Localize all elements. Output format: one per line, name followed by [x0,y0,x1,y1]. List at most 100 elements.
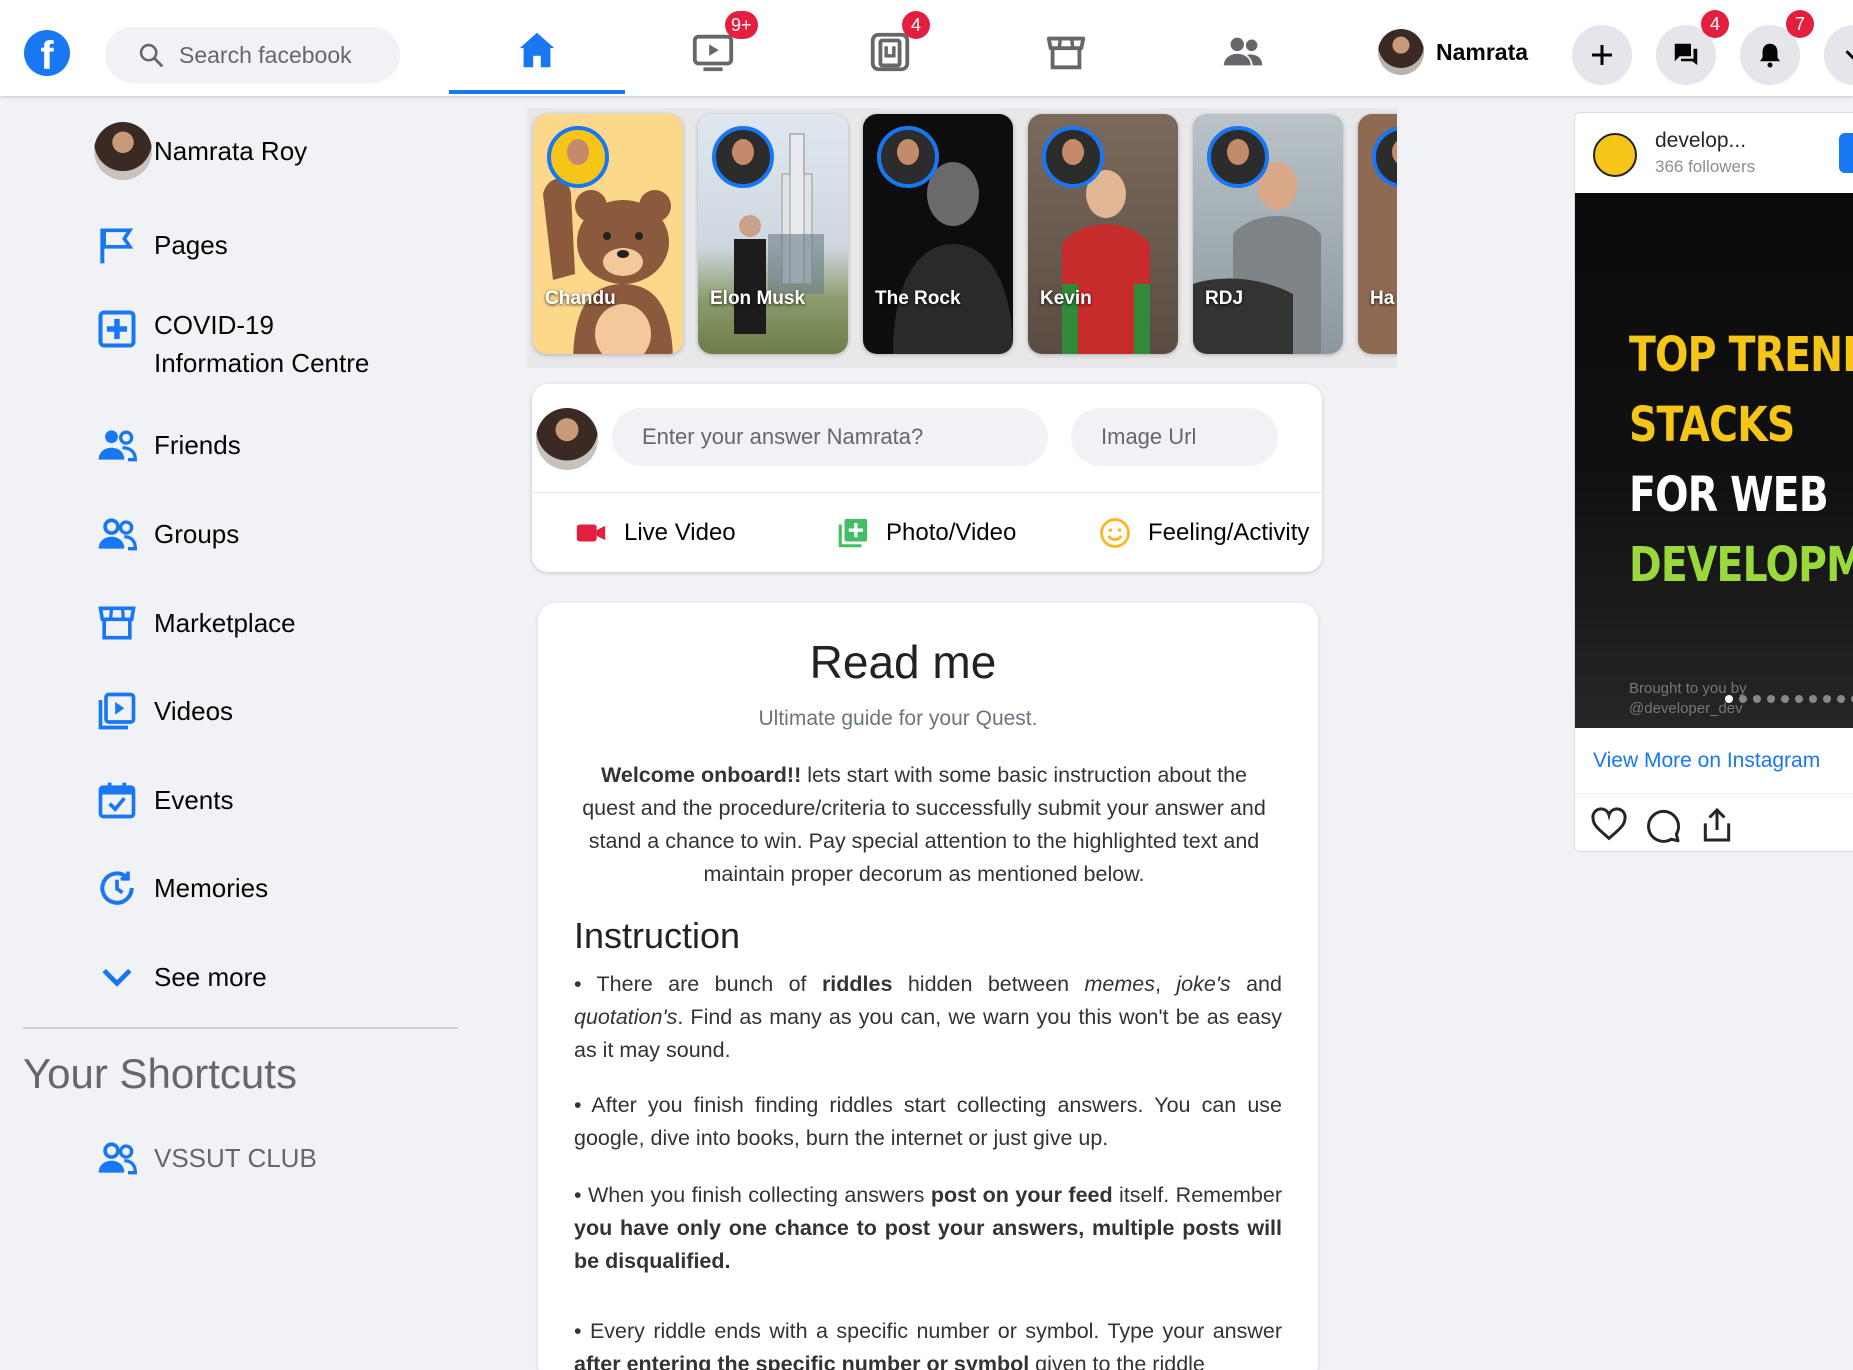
messenger-badge: 4 [1701,10,1729,38]
view-more-instagram-link[interactable]: View More on Instagram [1593,749,1820,773]
story-avatar [1372,126,1397,188]
create-button[interactable] [1572,25,1632,85]
text: and [1230,972,1282,996]
text: itself. Remember [1112,1183,1283,1207]
text-bold: you have only one chance to post your an… [574,1216,1282,1273]
shortcut-item-vssut-club[interactable]: VSSUT CLUB [94,1135,317,1181]
readme-intro: Welcome onboard!! lets start with some b… [574,759,1274,891]
sidebar-item-see-more[interactable]: See more [94,954,267,1000]
text: , [1155,972,1177,996]
photo-video-button[interactable]: Photo/Video [836,508,1016,558]
composer-divider [532,492,1322,493]
sidebar-item-friends[interactable]: Friends [94,422,241,468]
calendar-check-icon [98,782,136,819]
search-bar[interactable]: Search facebook [105,27,400,83]
sidebar-item-label: Marketplace [154,608,296,638]
action-label: Feeling/Activity [1148,519,1310,546]
sidebar-item-label: Friends [154,430,241,460]
sidebar-item-profile[interactable]: Namrata Roy [94,122,307,180]
sidebar-item-videos[interactable]: Videos [94,688,233,734]
sidebar-item-covid[interactable]: COVID-19 Information Centre [94,306,369,382]
text-italic: joke's [1176,972,1231,996]
video-camera-icon [576,524,606,542]
gaming-icon [870,32,910,72]
answer-input[interactable]: Enter your answer Namrata? [612,408,1048,466]
story-avatar [877,126,939,188]
feeling-activity-button[interactable]: Feeling/Activity [1098,508,1309,558]
sidebar-item-events[interactable]: Events [94,777,234,823]
text: • When you finish collecting answers [574,1183,931,1207]
carousel-dots[interactable] [1725,695,1853,703]
instagram-post-image[interactable]: TOP TRENDIN STACKS FOR WEB DEVELOPME Bro… [1575,193,1853,728]
shortcut-label: VSSUT CLUB [154,1143,317,1173]
image-url-input[interactable]: Image Url [1071,408,1278,466]
story-name: Chandu [545,288,616,309]
instagram-actions [1589,805,1751,845]
nav-tab-watch[interactable]: 9+ [625,10,801,94]
bell-icon [1760,43,1780,68]
text-italic: quotation's [574,1005,678,1029]
sidebar-item-label: Pages [154,230,228,260]
share-icon[interactable] [1697,805,1737,845]
instagram-avatar[interactable] [1593,133,1637,177]
plus-icon [1592,45,1612,65]
watch-video-icon [692,34,734,72]
story-name: Elon Musk [710,288,806,309]
live-video-button[interactable]: Live Video [574,508,736,558]
story-card[interactable]: Elon Musk [698,114,848,354]
view-profile-button[interactable] [1839,133,1853,173]
sidebar-item-marketplace[interactable]: Marketplace [94,600,296,646]
facebook-logo-icon[interactable]: f [24,30,70,76]
storefront-icon [98,606,136,640]
sidebar-divider [23,1027,458,1029]
profile-name: Namrata [1436,38,1529,65]
nav-tab-home[interactable] [449,10,625,94]
avatar [536,408,598,470]
story-avatar [547,126,609,188]
groups-icon [1223,37,1263,66]
sidebar-item-label-line2: Information Centre [154,348,370,378]
smiley-icon [1100,518,1130,548]
chevron-down-icon [1845,50,1853,60]
story-card[interactable]: The Rock [863,114,1013,354]
story-card[interactable]: Kevin [1028,114,1178,354]
medical-plus-icon [98,310,136,348]
sidebar-item-label: Videos [154,696,234,726]
gaming-badge: 4 [902,11,930,39]
sidebar-item-label: Memories [154,873,269,903]
sidebar-item-pages[interactable]: Pages [94,222,228,268]
chevron-down-icon [102,968,132,987]
sidebar-item-groups[interactable]: Groups [94,511,239,557]
stories-row: Chandu Elon Musk The Rock Kevin RDJ Ha [527,108,1397,368]
story-name: Ha [1370,288,1395,309]
text-bold: after entering the specific number or sy… [574,1352,1030,1370]
heart-icon[interactable] [1589,805,1629,845]
friends-icon [98,430,137,462]
readme-title: Read me [809,636,997,688]
story-card[interactable]: RDJ [1193,114,1343,354]
bear-illustration-icon [543,179,673,354]
shortcuts-heading: Your Shortcuts [23,1050,297,1097]
instagram-username[interactable]: develop... [1655,129,1746,153]
instruction-paragraph-2: • After you finish finding riddles start… [574,1093,1282,1150]
text: hidden between [892,972,1085,996]
profile-chip[interactable]: Namrata [1378,27,1528,77]
text-bold: post on your feed [930,1183,1113,1207]
account-menu-button[interactable] [1824,25,1853,85]
comment-icon[interactable] [1643,805,1683,845]
nav-tab-marketplace[interactable] [978,10,1154,94]
group-icon [98,1142,137,1175]
sidebar-item-memories[interactable]: Memories [94,865,268,911]
search-icon [139,43,163,67]
nav-tab-groups[interactable] [1155,10,1331,94]
nav-tab-gaming[interactable]: 4 [802,10,978,94]
sidebar-item-label: Events [154,785,234,815]
top-navbar: f Search facebook 9+ 4 Namrata 4 7 [0,0,1853,96]
story-avatar [1042,126,1104,188]
story-name: Kevin [1040,288,1092,309]
avatar [94,122,152,180]
story-card[interactable]: Ha [1358,114,1397,354]
photo-library-icon [838,518,868,548]
story-card[interactable]: Chandu [533,114,683,354]
text-bold: riddles [821,972,893,996]
